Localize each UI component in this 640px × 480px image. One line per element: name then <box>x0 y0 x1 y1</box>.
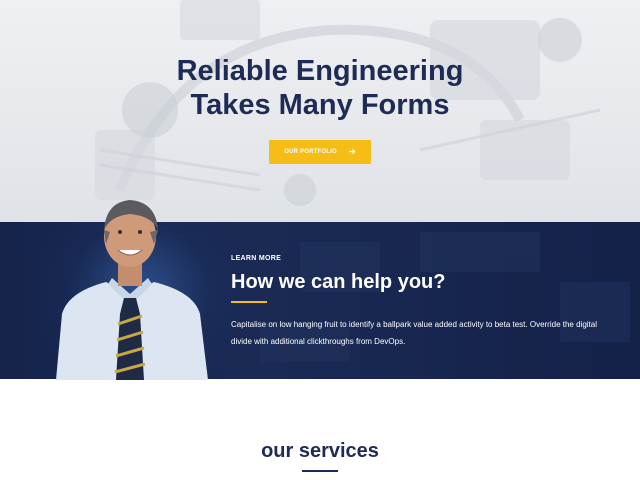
page: Reliable Engineering Takes Many Forms OU… <box>0 0 640 480</box>
hero-title-line-2: Takes Many Forms <box>190 89 450 121</box>
hero-section: Reliable Engineering Takes Many Forms OU… <box>0 0 640 222</box>
help-heading-underline <box>231 301 267 303</box>
help-heading: How we can help you? <box>231 271 446 293</box>
hero-title-line-1: Reliable Engineering <box>176 55 464 87</box>
consultant-photo <box>56 200 208 380</box>
our-portfolio-button[interactable]: OUR PORTFOLIO ➔ <box>269 140 371 164</box>
services-title: our services <box>261 440 379 462</box>
our-portfolio-button-label: OUR PORTFOLIO <box>284 149 337 155</box>
arrow-right-icon: ➔ <box>348 147 356 156</box>
help-description: Capitalise on low hanging fruit to ident… <box>231 320 597 346</box>
services-title-underline <box>302 470 338 472</box>
learn-more-eyebrow: LEARN MORE <box>231 255 282 262</box>
hero-title: Reliable Engineering Takes Many Forms <box>0 54 640 122</box>
